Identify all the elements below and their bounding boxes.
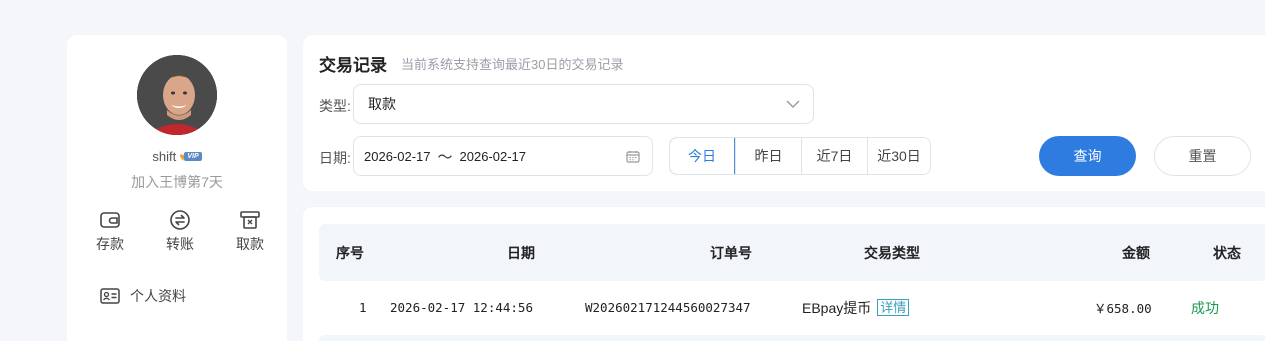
- withdraw-label: 取款: [236, 236, 264, 252]
- row-order-no: W202602171244560027347: [585, 300, 751, 315]
- table-row[interactable]: 1 2026-02-17 12:44:56 W20260217124456002…: [319, 281, 1265, 334]
- range-7days-button[interactable]: 近7日: [801, 138, 867, 174]
- withdraw-button[interactable]: 取款: [225, 209, 275, 254]
- wallet-icon: [100, 212, 120, 228]
- page-title: 交易记录: [319, 56, 387, 75]
- range-yesterday-button[interactable]: 昨日: [735, 138, 801, 174]
- quick-actions: 存款 转账 取款: [85, 209, 275, 254]
- quick-range-group: 今日 昨日 近7日 近30日: [669, 137, 931, 175]
- date-start: 2026-02-17: [364, 148, 431, 164]
- col-type-header: 交易类型: [864, 244, 920, 261]
- col-date-header: 日期: [507, 244, 535, 261]
- row-status: 成功: [1191, 299, 1219, 316]
- date-label: 日期:: [319, 150, 351, 166]
- range-today-button[interactable]: 今日: [670, 138, 735, 174]
- col-amount-header: 金额: [1122, 244, 1150, 261]
- date-end: 2026-02-17: [459, 148, 527, 164]
- page-subtitle: 当前系统支持查询最近30日的交易记录: [401, 57, 624, 72]
- reset-button[interactable]: 重置: [1154, 136, 1251, 176]
- records-table: 序号 日期 订单号 交易类型 金额 状态 1 2026-02-17 12:44:…: [303, 207, 1265, 341]
- atm-withdraw-icon: [240, 211, 260, 229]
- transfer-label: 转账: [166, 236, 194, 252]
- transfer-button[interactable]: 转账: [155, 209, 205, 254]
- username: shift: [152, 149, 177, 164]
- row-amount: ￥658.00: [1094, 301, 1152, 316]
- vip-badge: ♥ VIP: [179, 151, 202, 163]
- filter-panel: 交易记录 当前系统支持查询最近30日的交易记录 类型: 取款 日期: 2026-…: [303, 35, 1265, 191]
- row-date: 2026-02-17 12:44:56: [390, 300, 533, 315]
- row-index: 1: [359, 300, 367, 315]
- deposit-label: 存款: [96, 236, 124, 252]
- calendar-icon: [626, 150, 640, 163]
- deposit-button[interactable]: 存款: [85, 209, 135, 254]
- date-range-picker[interactable]: 2026-02-17 〜 2026-02-17: [353, 136, 653, 176]
- query-button[interactable]: 查询: [1039, 136, 1136, 176]
- profile-link-label: 个人资料: [130, 288, 186, 304]
- chevron-down-icon: [786, 100, 800, 108]
- vip-label: VIP: [184, 152, 202, 161]
- id-card-icon: [100, 288, 120, 304]
- user-card: shift ♥ VIP 加入王博第7天 存款 转账 取款 个人资料: [67, 35, 287, 341]
- col-order-header: 订单号: [710, 244, 752, 261]
- col-status-header: 状态: [1213, 244, 1241, 261]
- username-row: shift ♥ VIP: [67, 149, 287, 164]
- row-type: EBpay提币 详情: [802, 281, 910, 334]
- transfer-icon: [170, 210, 190, 230]
- type-select[interactable]: 取款: [353, 84, 814, 124]
- avatar[interactable]: [137, 55, 217, 135]
- date-separator: 〜: [437, 148, 453, 166]
- range-30days-button[interactable]: 近30日: [867, 138, 930, 174]
- profile-link[interactable]: 个人资料: [100, 286, 186, 306]
- join-days-text: 加入王博第7天: [131, 174, 223, 190]
- table-row-divider: [319, 335, 1265, 341]
- table-header: 序号 日期 订单号 交易类型 金额 状态: [319, 224, 1265, 281]
- type-select-value: 取款: [368, 96, 396, 112]
- row-type-label: EBpay提币: [802, 299, 872, 316]
- detail-link[interactable]: 详情: [877, 299, 910, 316]
- col-index-header: 序号: [336, 244, 364, 261]
- type-label: 类型:: [319, 98, 351, 114]
